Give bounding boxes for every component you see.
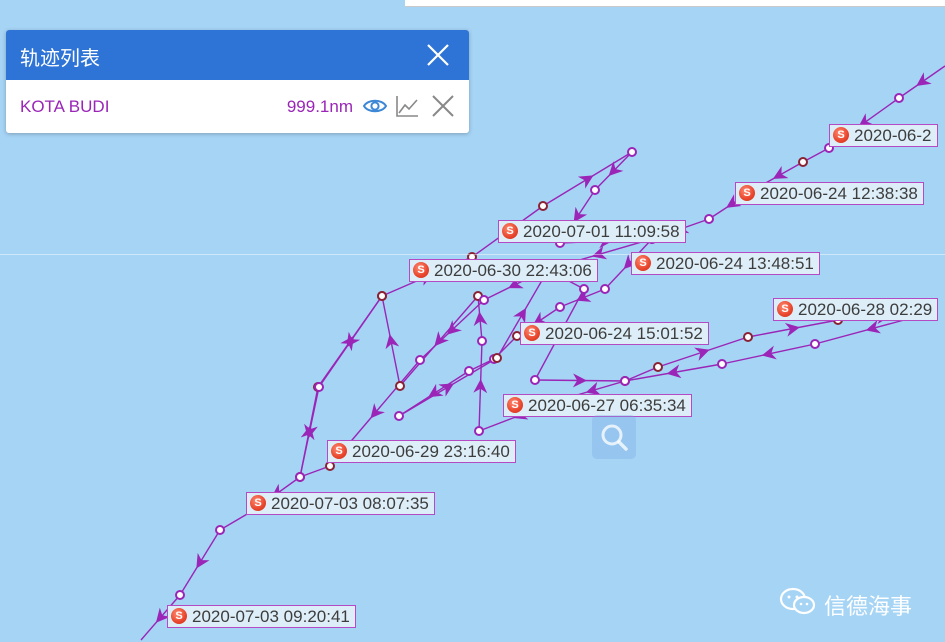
track-list-panel: 轨迹列表 KOTA BUDI 999.1nm bbox=[6, 30, 469, 133]
track-points bbox=[175, 93, 935, 600]
track-point[interactable] bbox=[314, 382, 324, 392]
track-point[interactable] bbox=[474, 426, 484, 436]
ship-track bbox=[140, 65, 945, 641]
line-chart-icon[interactable] bbox=[395, 94, 419, 118]
track-point[interactable] bbox=[394, 411, 404, 421]
panel-header: 轨迹列表 bbox=[6, 30, 469, 80]
track-time-label[interactable]: S 2020-07-03 09:20:41 bbox=[167, 605, 356, 628]
ship-badge-icon: S bbox=[739, 185, 755, 201]
track-point[interactable] bbox=[653, 362, 663, 372]
track-point[interactable] bbox=[810, 339, 820, 349]
map-search-button[interactable] bbox=[592, 415, 636, 459]
ship-badge-icon: S bbox=[502, 223, 518, 239]
track-point[interactable] bbox=[295, 472, 305, 482]
track-time-label[interactable]: S 2020-06-27 06:35:34 bbox=[503, 394, 692, 417]
track-point[interactable] bbox=[600, 284, 610, 294]
watermark-text: 信德海事 bbox=[824, 595, 913, 620]
ship-badge-icon: S bbox=[524, 325, 540, 341]
track-point[interactable] bbox=[894, 93, 904, 103]
track-time-label[interactable]: S 2020-06-28 02:29 bbox=[773, 298, 939, 321]
wechat-icon bbox=[779, 587, 816, 615]
track-time-label[interactable]: S 2020-06-24 15:01:52 bbox=[520, 322, 709, 345]
track-point[interactable] bbox=[627, 147, 637, 157]
top-toolbar-edge bbox=[405, 0, 945, 7]
track-point[interactable] bbox=[415, 355, 425, 365]
track-time-label[interactable]: S 2020-06-29 23:16:40 bbox=[327, 440, 516, 463]
track-distance: 999.1nm bbox=[286, 97, 353, 116]
track-time-label[interactable]: S 2020-07-03 08:07:35 bbox=[246, 492, 435, 515]
track-point[interactable] bbox=[538, 201, 548, 211]
track-point[interactable] bbox=[555, 302, 565, 312]
ship-badge-icon: S bbox=[171, 608, 187, 624]
ship-badge-icon: S bbox=[413, 262, 429, 278]
track-point[interactable] bbox=[530, 375, 540, 385]
ship-badge-icon: S bbox=[777, 301, 793, 317]
track-point[interactable] bbox=[743, 332, 753, 342]
track-time-label[interactable]: S 2020-07-01 11:09:58 bbox=[498, 220, 686, 243]
track-time-label[interactable]: S 2020-06-2 bbox=[829, 124, 938, 147]
track-point[interactable] bbox=[395, 381, 405, 391]
remove-icon[interactable] bbox=[431, 94, 455, 118]
ship-name[interactable]: KOTA BUDI bbox=[20, 97, 109, 117]
track-point[interactable] bbox=[620, 376, 630, 386]
eye-icon[interactable] bbox=[363, 94, 387, 118]
magnifier-icon bbox=[601, 424, 628, 451]
track-point[interactable] bbox=[175, 590, 185, 600]
track-time-label[interactable]: S 2020-06-24 13:48:51 bbox=[631, 252, 820, 275]
track-point[interactable] bbox=[479, 295, 489, 305]
track-point[interactable] bbox=[477, 336, 487, 346]
track-point[interactable] bbox=[325, 461, 335, 471]
track-segment bbox=[624, 366, 659, 382]
ship-badge-icon: S bbox=[833, 127, 849, 143]
track-time-label[interactable]: S 2020-06-30 22:43:06 bbox=[409, 259, 598, 282]
track-point[interactable] bbox=[579, 284, 589, 294]
ship-badge-icon: S bbox=[250, 495, 266, 511]
ship-badge-icon: S bbox=[507, 397, 523, 413]
track-point[interactable] bbox=[215, 525, 225, 535]
track-point[interactable] bbox=[492, 353, 502, 363]
track-time-label[interactable]: S 2020-06-24 12:38:38 bbox=[735, 182, 924, 205]
track-point[interactable] bbox=[464, 366, 474, 376]
track-row[interactable]: KOTA BUDI 999.1nm bbox=[6, 80, 469, 133]
ship-badge-icon: S bbox=[635, 255, 651, 271]
track-point[interactable] bbox=[377, 291, 387, 301]
track-point[interactable] bbox=[590, 185, 600, 195]
track-point[interactable] bbox=[704, 214, 714, 224]
track-point[interactable] bbox=[798, 157, 808, 167]
close-icon[interactable] bbox=[425, 42, 451, 68]
ship-badge-icon: S bbox=[331, 443, 347, 459]
panel-title: 轨迹列表 bbox=[20, 46, 100, 70]
track-point[interactable] bbox=[717, 359, 727, 369]
